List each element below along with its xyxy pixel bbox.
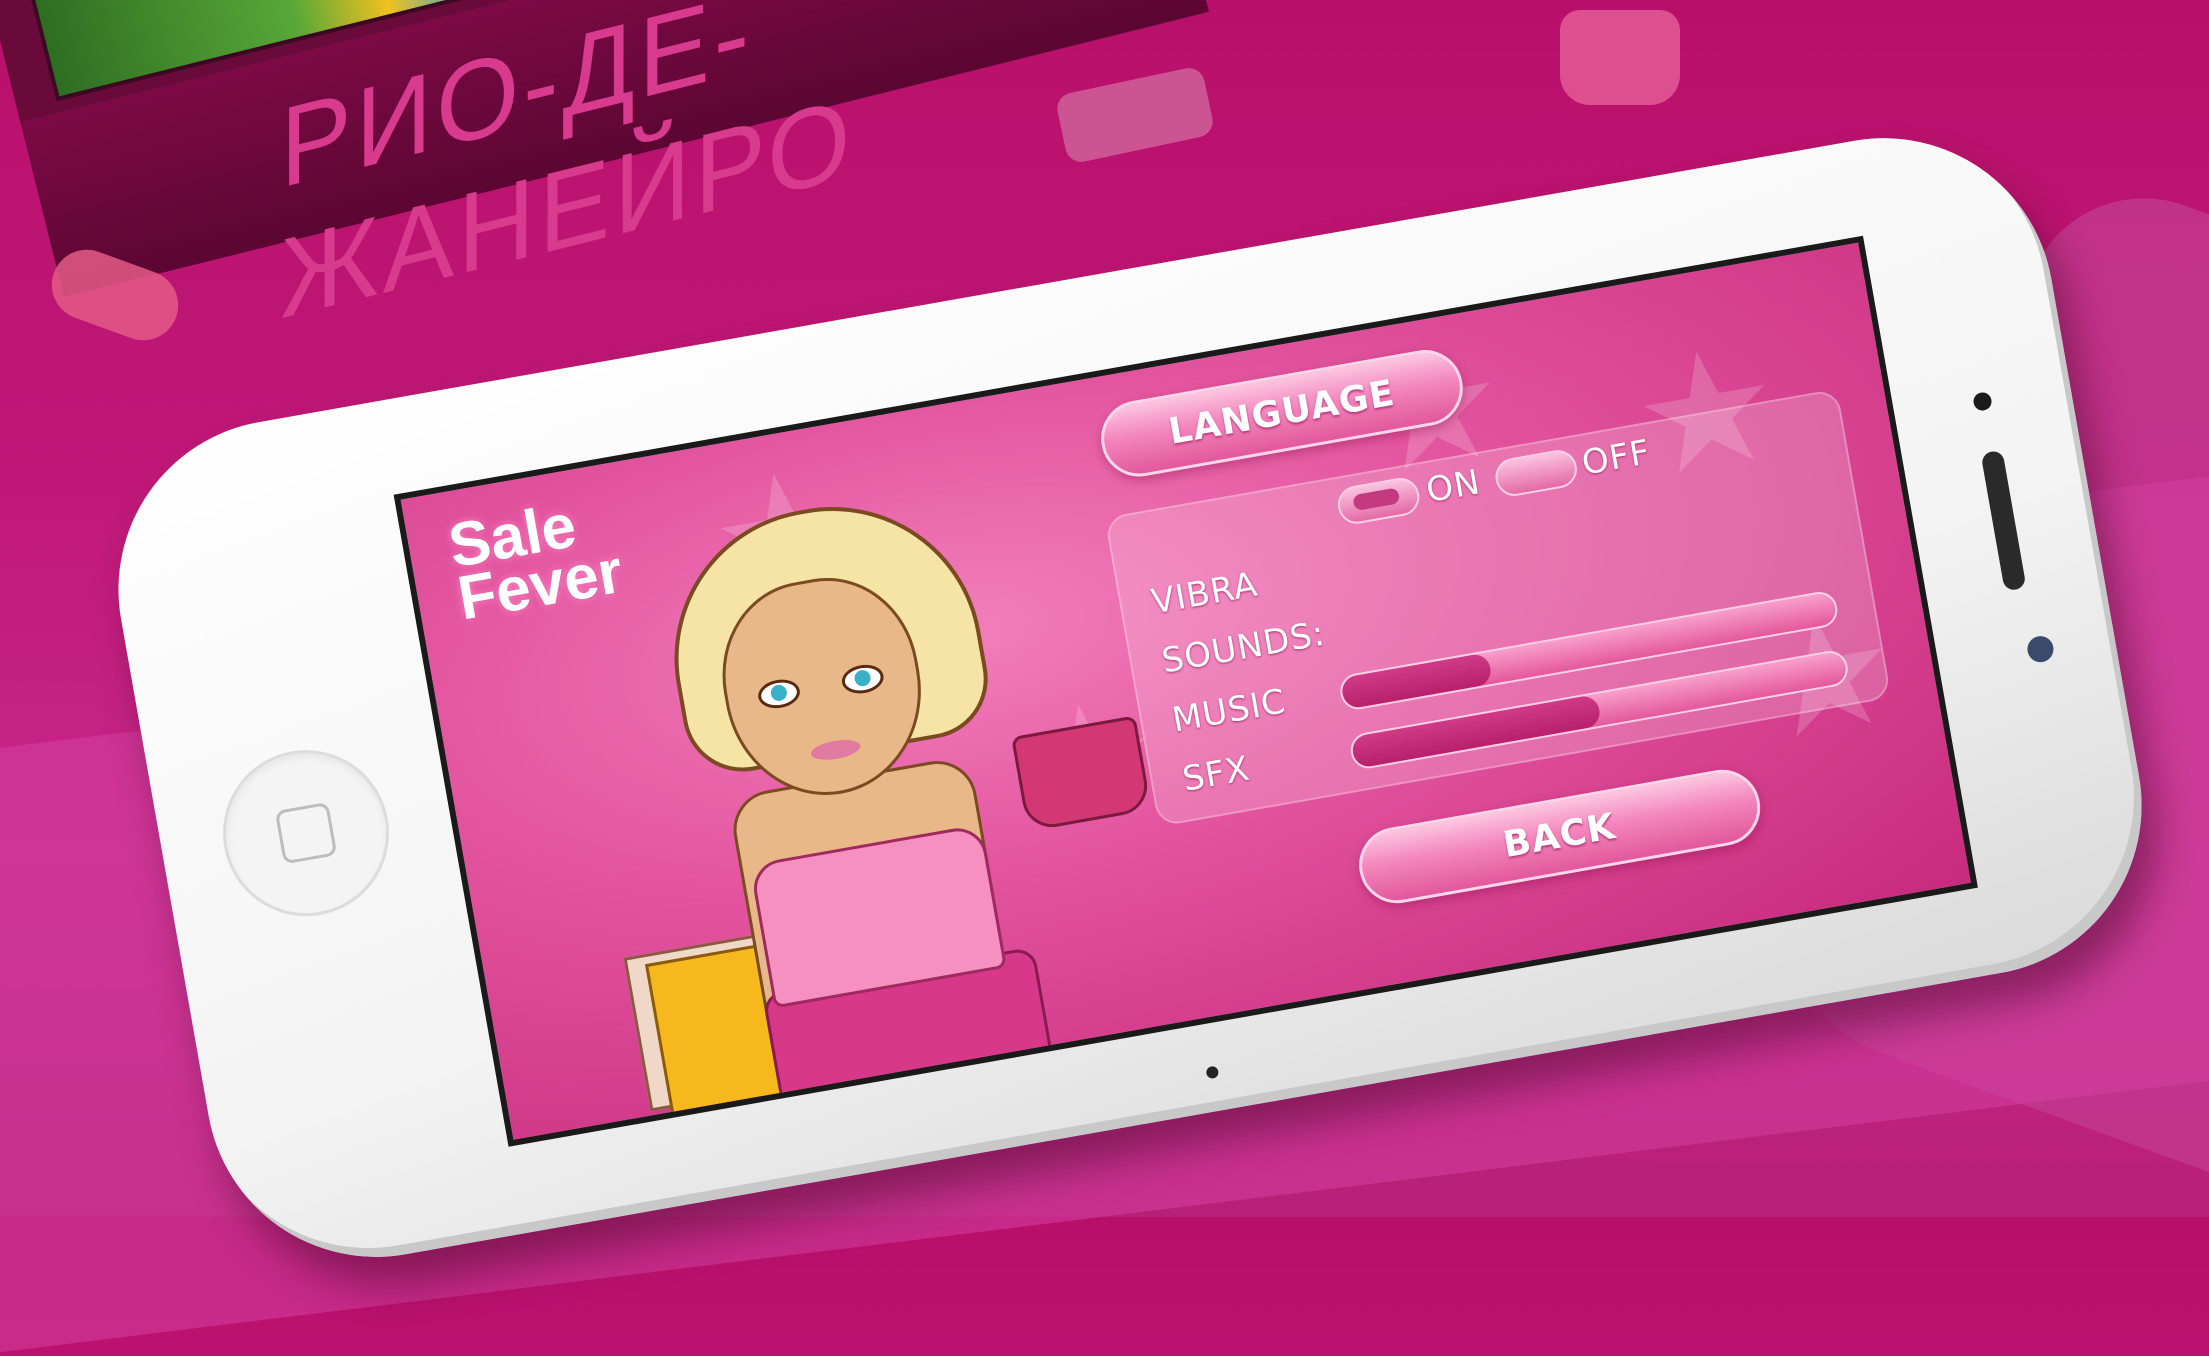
microphone-hole <box>1205 1065 1220 1080</box>
on-label: ON <box>1423 462 1484 512</box>
billboard-box: РИО-ДЕ-ЖАНЕЙРО <box>0 0 1209 343</box>
sfx-label: SFX <box>1179 748 1254 800</box>
game-screen: ★ ★ ★ ★ ★ Sale Fever LANGUAGE ON <box>393 235 1978 1147</box>
front-camera-icon <box>1972 391 1993 412</box>
back-button[interactable]: BACK <box>1353 763 1767 910</box>
vibra-on-toggle[interactable] <box>1334 475 1423 527</box>
eye-icon <box>755 676 803 712</box>
vibra-label: VIBRA <box>1148 564 1261 623</box>
home-square-icon <box>274 801 338 865</box>
music-label: MUSIC <box>1169 681 1290 741</box>
earpiece-speaker <box>1980 449 2027 592</box>
music-slider-fill <box>1339 652 1494 710</box>
eye-icon <box>839 661 886 697</box>
off-label: OFF <box>1578 432 1654 484</box>
sounds-label: SOUNDS: <box>1158 613 1329 682</box>
purse-icon <box>1560 10 1680 105</box>
lips-icon <box>809 736 862 764</box>
home-button[interactable] <box>209 736 403 930</box>
vibra-off-toggle[interactable] <box>1492 447 1580 499</box>
proximity-sensor <box>2025 634 2056 665</box>
sfx-slider-fill <box>1350 693 1603 769</box>
girl-character <box>529 448 1152 1147</box>
